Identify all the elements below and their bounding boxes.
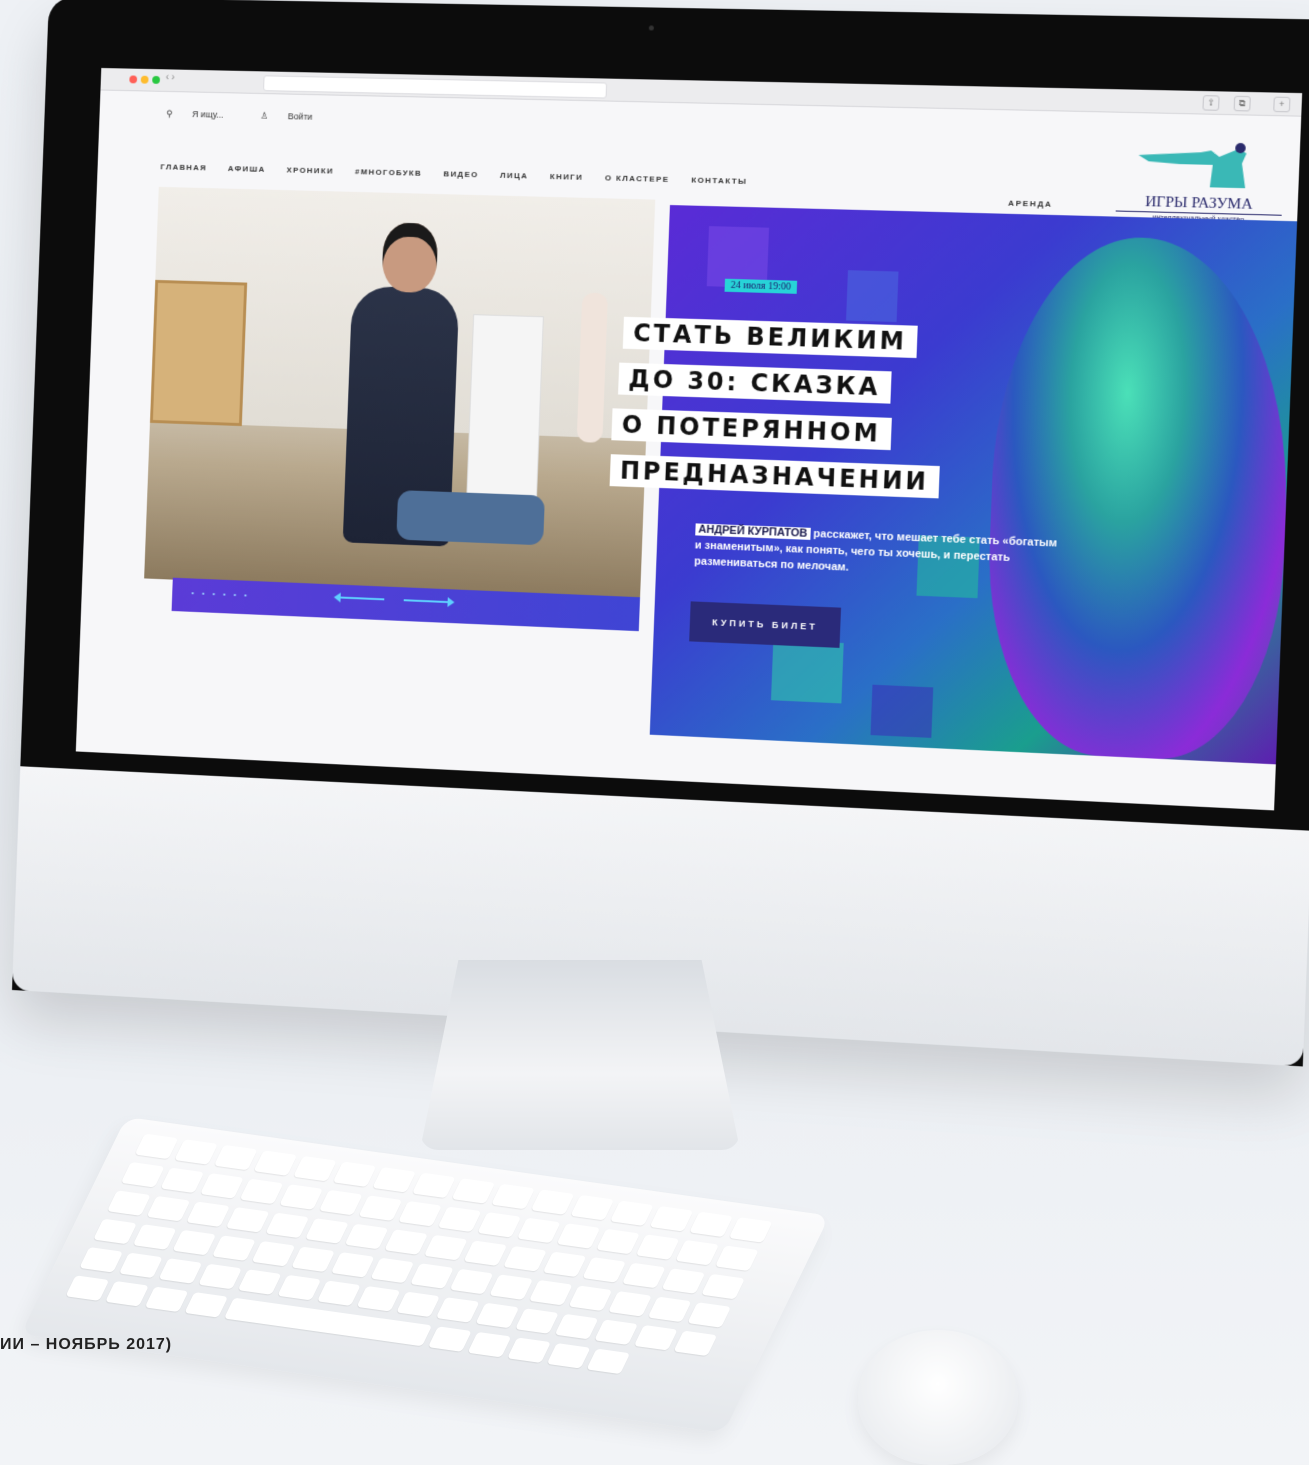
buy-ticket-button[interactable]: КУПИТЬ БИЛЕТ	[689, 601, 842, 648]
back-forward-icon[interactable]: ‹ ›	[166, 72, 175, 83]
nav-item-chronicles[interactable]: ХРОНИКИ	[287, 166, 334, 176]
nav-item-faces[interactable]: ЛИЦА	[500, 171, 528, 181]
pointing-statue-logo-icon	[1137, 142, 1247, 189]
slider-prev-arrow-icon[interactable]	[335, 596, 385, 601]
tabs-icon[interactable]: ⧉	[1233, 95, 1251, 112]
new-tab-icon[interactable]: +	[1273, 96, 1291, 113]
nav-item-about[interactable]: О КЛАСТЕРЕ	[605, 173, 670, 184]
imac-stand	[420, 960, 740, 1150]
pixel-block	[771, 639, 844, 704]
address-bar[interactable]	[263, 75, 608, 99]
minimize-window-button[interactable]	[140, 75, 149, 84]
imac: ‹ › ⇪ ⧉ + ⚲ Я ищу... ♙ Войти ГЛАВНАЯ АФИ…	[11, 0, 1309, 1067]
utility-links: ⚲ Я ищу... ♙ Войти	[166, 109, 347, 124]
nav-item-rent[interactable]: АРЕНДА	[1008, 199, 1053, 209]
user-icon: ♙	[260, 110, 269, 121]
nav-item-contacts[interactable]: КОНТАКТЫ	[691, 176, 747, 186]
speaker-photo	[144, 186, 656, 600]
search-label: Я ищу...	[192, 109, 224, 120]
screen: ‹ › ⇪ ⧉ + ⚲ Я ищу... ♙ Войти ГЛАВНАЯ АФИ…	[75, 67, 1303, 811]
apple-logo-icon	[541, 860, 588, 914]
slider-next-arrow-icon[interactable]	[403, 599, 453, 604]
nav-item-afisha[interactable]: АФИША	[228, 164, 266, 174]
pixel-block	[870, 684, 934, 738]
statue-image	[981, 233, 1297, 765]
photo-man-legs	[396, 490, 545, 546]
nav-item-home[interactable]: ГЛАВНАЯ	[160, 162, 207, 172]
nav-item-video[interactable]: ВИДЕО	[443, 169, 478, 179]
search-icon: ⚲	[166, 108, 173, 119]
search-link[interactable]: ⚲ Я ищу...	[166, 109, 243, 121]
photo-man-head	[381, 222, 439, 294]
slider-dots[interactable]: • • • • • •	[191, 588, 250, 599]
caption-text: ИИ – НОЯБРЬ 2017)	[0, 1336, 173, 1353]
camera	[648, 25, 654, 31]
nav-item-mnogobukv[interactable]: #МНОГОБУКВ	[355, 167, 422, 178]
login-label: Войти	[287, 111, 313, 122]
maximize-window-button[interactable]	[152, 75, 161, 84]
logo-title: ИГРЫ РАЗУМА	[1115, 193, 1283, 216]
nav-item-books[interactable]: КНИГИ	[550, 172, 584, 182]
photo-shelf	[149, 279, 248, 427]
photo-board	[465, 314, 544, 518]
share-icon[interactable]: ⇪	[1202, 95, 1220, 111]
pixel-block	[846, 270, 899, 323]
browser-toolbar: ‹ › ⇪ ⧉ +	[100, 67, 1303, 117]
event-date-badge: 24 июля 19:00	[724, 278, 798, 294]
speaker-name[interactable]: АНДРЕЙ КУРПАТОВ	[695, 523, 811, 540]
close-window-button[interactable]	[129, 75, 138, 84]
mouse	[858, 1330, 1018, 1465]
login-link[interactable]: ♙ Войти	[260, 111, 330, 122]
keyboard	[20, 1116, 830, 1434]
